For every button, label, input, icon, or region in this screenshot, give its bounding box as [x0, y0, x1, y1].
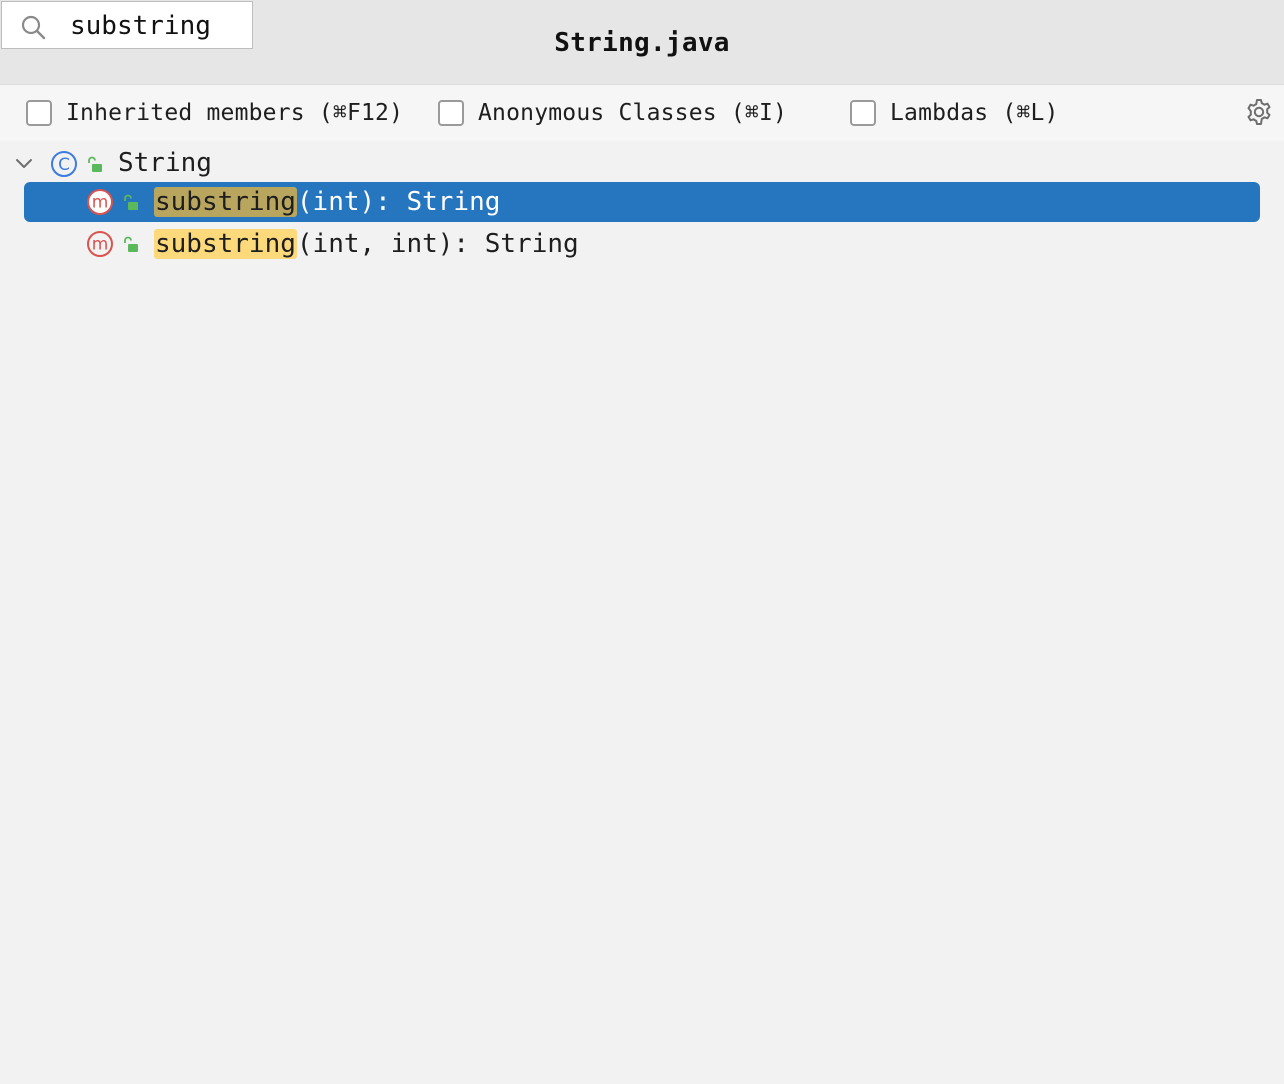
- filter-options-bar: Inherited members (⌘F12) Anonymous Class…: [0, 85, 1284, 141]
- tree-node-member[interactable]: m substring(int): String: [24, 182, 1260, 222]
- method-icon: m: [87, 189, 113, 215]
- title-bar: String.java: [0, 0, 1284, 85]
- method-icon: m: [87, 231, 113, 257]
- anonymous-classes-label: Anonymous Classes (⌘I): [478, 100, 788, 126]
- lambdas-option[interactable]: Lambdas (⌘L): [850, 97, 1059, 129]
- svg-text:C: C: [58, 155, 70, 175]
- class-icon: C: [51, 151, 77, 177]
- anonymous-classes-checkbox[interactable]: [438, 100, 464, 126]
- gear-icon[interactable]: [1244, 97, 1274, 127]
- unlocked-icon: [88, 156, 102, 172]
- tree-node-label: String: [118, 148, 212, 178]
- member-signature: substring(int): String: [154, 185, 500, 219]
- anonymous-classes-option[interactable]: Anonymous Classes (⌘I): [438, 97, 787, 129]
- member-signature-rest: (int): String: [296, 187, 501, 217]
- svg-text:m: m: [92, 235, 109, 255]
- svg-text:m: m: [92, 193, 109, 213]
- structure-popup: String.java Inherited members (⌘F12) Ano…: [0, 0, 1284, 1084]
- unlocked-icon: [124, 194, 138, 210]
- inherited-members-option[interactable]: Inherited members (⌘F12): [26, 97, 403, 129]
- inherited-members-checkbox[interactable]: [26, 100, 52, 126]
- tree-node-string-class[interactable]: C String: [0, 144, 1284, 184]
- search-match-highlight: substring: [154, 187, 297, 217]
- search-match-highlight: substring: [154, 229, 297, 259]
- tree-node-member[interactable]: m substring(int, int): String: [24, 224, 1260, 264]
- inherited-members-label: Inherited members (⌘F12): [66, 100, 404, 126]
- member-signature-rest: (int, int): String: [296, 229, 579, 259]
- lambdas-checkbox[interactable]: [850, 100, 876, 126]
- unlocked-icon: [124, 236, 138, 252]
- lambdas-label: Lambdas (⌘L): [890, 100, 1059, 126]
- member-signature: substring(int, int): String: [154, 227, 579, 261]
- chevron-down-icon[interactable]: [14, 154, 34, 174]
- window-title: String.java: [554, 28, 730, 58]
